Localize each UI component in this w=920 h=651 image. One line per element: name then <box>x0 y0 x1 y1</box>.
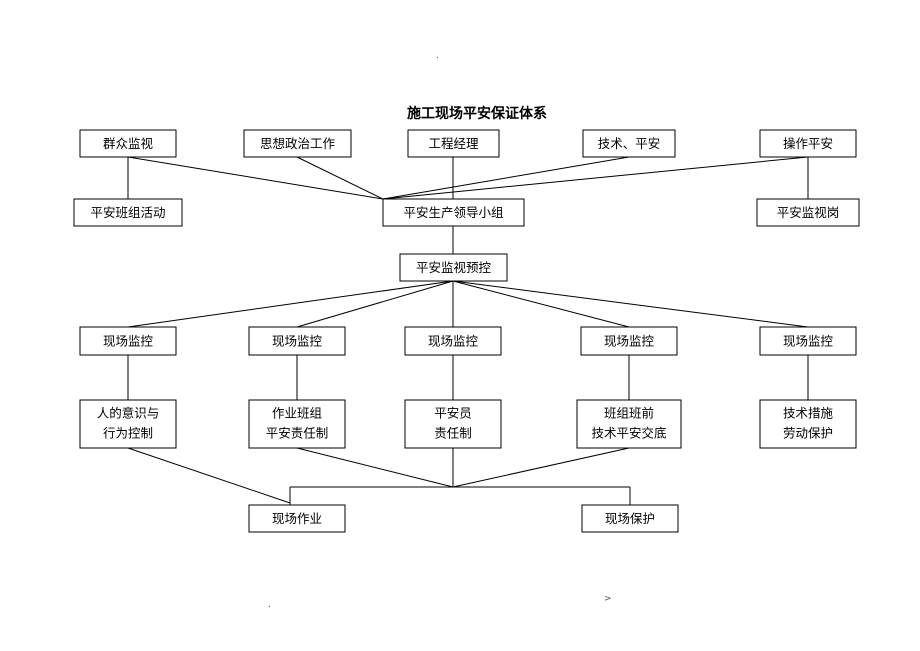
node-label: 思想政治工作 <box>260 136 336 151</box>
edge-zuoye-to-junction <box>296 447 454 488</box>
page-title: 施工现场平安保证体系 <box>407 105 547 122</box>
edge-banqian-to-junction <box>452 447 630 488</box>
node-xianchang-jiankong-4[interactable]: 现场监控 <box>580 326 678 356</box>
node-xianchang-jiankong-3[interactable]: 现场监控 <box>404 326 502 356</box>
node-qunzhong-jianshi[interactable]: 群众监视 <box>79 129 177 158</box>
stray-mark-top: . <box>436 51 439 61</box>
node-label: 平安生产领导小组 <box>403 205 503 220</box>
row-1-group: 群众监视 思想政治工作 工程经理 技术、平安 操作平安 <box>79 129 857 158</box>
node-label-line2: 责任制 <box>434 426 472 441</box>
node-label: 现场保护 <box>605 511 655 526</box>
node-label-line1: 作业班组 <box>272 406 322 421</box>
node-label: 现场作业 <box>272 511 322 526</box>
node-jishu-pingan[interactable]: 技术、平安 <box>582 129 676 158</box>
node-label: 平安班组活动 <box>90 205 165 220</box>
node-pingan-shengchan-lingdao-xiaozu[interactable]: 平安生产领导小组 <box>382 198 525 227</box>
node-pingan-jianshi-yukong[interactable]: 平安监视预控 <box>399 253 508 282</box>
edge-yukong-to-jiankong-4 <box>452 280 630 328</box>
node-label: 平安监视预控 <box>416 260 492 275</box>
row-5-group: 人的意识与 行为控制 作业班组 平安责任制 平安员 责任制 班组班前 技术平安交… <box>79 399 857 449</box>
diagram-root: . . > 施工现场平安保证体系 群众监视 思想政治工作 工程经理 技术、平安 … <box>0 0 920 651</box>
node-label-line2: 劳动保护 <box>783 426 833 441</box>
node-pinganyuan-zerenzhi[interactable]: 平安员 责任制 <box>404 399 502 449</box>
node-label-line1: 人的意识与 <box>97 406 160 421</box>
node-label-line2: 平安责任制 <box>266 426 329 441</box>
node-jishu-cuoshi-laodong-baohu[interactable]: 技术措施 劳动保护 <box>759 399 857 449</box>
row-2-group: 平安班组活动 平安生产领导小组 平安监视岗 <box>73 198 860 227</box>
node-label: 现场监控 <box>428 334 479 349</box>
node-label: 现场监控 <box>272 334 323 349</box>
node-xianchang-jiankong-5[interactable]: 现场监控 <box>759 326 857 356</box>
node-label: 工程经理 <box>428 136 479 151</box>
node-xianchang-jiankong-2[interactable]: 现场监控 <box>248 326 346 356</box>
node-label: 现场监控 <box>103 334 154 349</box>
node-label: 现场监控 <box>783 334 834 349</box>
edge-caozuo-to-lingdao <box>382 156 809 200</box>
node-label-line1: 技术措施 <box>783 406 834 421</box>
node-label-line1: 班组班前 <box>604 406 654 421</box>
node-pingan-jianshigang[interactable]: 平安监视岗 <box>756 198 860 227</box>
edge-yukong-to-jiankong-5 <box>452 280 809 328</box>
edge-qunzhong-to-lingdao <box>127 156 384 200</box>
edge-yukong-to-jiankong-2 <box>296 280 454 328</box>
node-xianchang-zuoye[interactable]: 现场作业 <box>248 504 346 533</box>
node-banzu-banqian-jishu-pingan-jiaodi[interactable]: 班组班前 技术平安交底 <box>576 399 682 449</box>
stray-mark-bottom-right: > <box>604 594 612 604</box>
row-3-group: 平安监视预控 <box>399 253 508 282</box>
node-label: 操作平安 <box>783 136 833 151</box>
node-label-line2: 技术平安交底 <box>591 426 666 441</box>
node-ren-yishi-xingwei-kongzhi[interactable]: 人的意识与 行为控制 <box>79 399 177 449</box>
node-label: 群众监视 <box>103 136 154 151</box>
edge-sixiang-to-lingdao <box>296 156 384 200</box>
edge-yukong-to-jiankong-1 <box>127 280 454 328</box>
node-label-line2: 行为控制 <box>103 426 153 441</box>
node-label: 现场监控 <box>604 334 655 349</box>
node-zuoye-banzu-pingan-zerenzhi[interactable]: 作业班组 平安责任制 <box>248 399 346 449</box>
org-chart-canvas: . . > 施工现场平安保证体系 群众监视 思想政治工作 工程经理 技术、平安 … <box>73 51 860 610</box>
node-xianchang-jiankong-1[interactable]: 现场监控 <box>79 326 177 356</box>
stray-mark-bottom-left: . <box>268 600 271 610</box>
row-6-group: 现场作业 现场保护 <box>248 504 679 533</box>
node-label: 平安监视岗 <box>777 205 840 220</box>
node-pingan-banzu-huodong[interactable]: 平安班组活动 <box>73 198 183 227</box>
edge-renyishi-to-zuoye-site <box>127 447 291 504</box>
node-gongcheng-jingli[interactable]: 工程经理 <box>407 129 500 158</box>
node-sixiang-zhengzhi-gongzuo[interactable]: 思想政治工作 <box>243 129 352 158</box>
node-label-line1: 平安员 <box>434 406 472 421</box>
node-xianchang-baohu[interactable]: 现场保护 <box>581 504 679 533</box>
node-caozuo-pingan[interactable]: 操作平安 <box>759 129 857 158</box>
row-4-group: 现场监控 现场监控 现场监控 现场监控 现场监控 <box>79 326 857 356</box>
node-label: 技术、平安 <box>598 136 661 151</box>
